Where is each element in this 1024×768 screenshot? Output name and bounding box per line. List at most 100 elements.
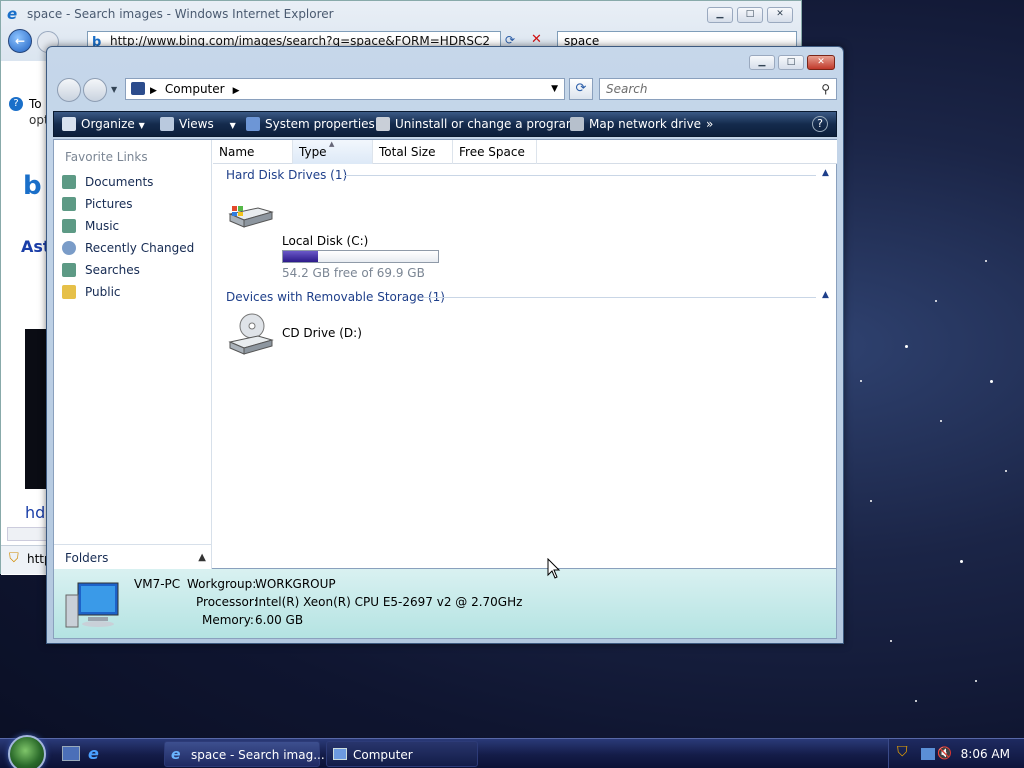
folders-toggle[interactable]: Folders ▲ [54, 544, 212, 570]
organize-button[interactable]: Organize ▼ [62, 112, 145, 136]
workgroup-value: WORKGROUP [255, 577, 336, 591]
group-label: Hard Disk Drives (1) [226, 168, 348, 182]
ie-minimize-button[interactable]: ▁ [707, 7, 733, 23]
explorer-minimize-button[interactable]: ▁ [749, 55, 775, 70]
nav-item-pictures[interactable]: Pictures [62, 194, 133, 214]
group-hard-disk-drives[interactable]: Hard Disk Drives (1) [226, 166, 347, 184]
ie-window-title: space - Search images - Windows Internet… [27, 7, 334, 21]
favorite-links-title: Favorite Links [65, 150, 148, 164]
breadcrumb-chevron-icon[interactable]: ▶ [233, 86, 240, 96]
more-commands-button[interactable]: » [706, 112, 713, 136]
uninstall-label: Uninstall or change a program [395, 117, 578, 131]
recent-pages-dropdown-icon[interactable]: ▼ [111, 85, 117, 94]
system-properties-label: System properties [265, 117, 375, 131]
searches-icon [62, 263, 76, 277]
programs-icon [376, 117, 390, 131]
system-properties-icon [246, 117, 260, 131]
computer-icon [64, 579, 120, 629]
ie-horizontal-scrollbar[interactable] [7, 527, 49, 541]
group-removable-storage[interactable]: Devices with Removable Storage (1) [226, 288, 445, 306]
start-button[interactable] [8, 735, 46, 768]
explorer-maximize-button[interactable]: □ [778, 55, 804, 70]
search-placeholder: Search [606, 82, 648, 96]
show-desktop-icon[interactable] [62, 746, 80, 761]
taskbar: e e space - Search imag... Computer ⛉ 🔇 … [0, 735, 1024, 768]
ie-back-button[interactable]: ← [8, 29, 32, 53]
nav-item-public[interactable]: Public [62, 282, 121, 302]
content-area: Favorite Links Documents Pictures Music … [53, 139, 837, 570]
map-network-drive-button[interactable]: Map network drive [570, 112, 701, 136]
local-disk-name[interactable]: Local Disk (C:) [282, 234, 368, 248]
breadcrumb-chevron-icon[interactable]: ▶ [150, 86, 157, 96]
navigation-pane: Favorite Links Documents Pictures Music … [54, 140, 212, 570]
refresh-button[interactable]: ⟳ [569, 78, 593, 100]
system-properties-button[interactable]: System properties [246, 112, 375, 136]
details-pane: VM7-PC Workgroup: WORKGROUP Processor: I… [53, 569, 837, 639]
nav-item-label: Documents [85, 175, 154, 189]
nav-item-documents[interactable]: Documents [62, 172, 153, 192]
hard-disk-icon[interactable] [228, 200, 274, 230]
disk-usage-fill [283, 251, 318, 262]
more-label: » [706, 117, 714, 131]
chevron-down-icon: ▼ [229, 121, 236, 130]
taskbar-item-computer[interactable]: Computer [326, 741, 478, 767]
nav-item-label: Music [85, 219, 120, 233]
help-icon[interactable]: ? [812, 116, 828, 132]
column-label: Free Space [459, 145, 525, 159]
computer-icon [333, 748, 347, 760]
security-shield-icon[interactable]: ⛉ [897, 744, 913, 760]
volume-muted-icon[interactable]: 🔇 [937, 746, 953, 762]
collapse-group-icon[interactable]: ▲ [822, 168, 829, 178]
nav-item-music[interactable]: Music [62, 216, 119, 236]
group-divider [344, 175, 816, 176]
nav-item-searches[interactable]: Searches [62, 260, 140, 280]
column-name[interactable]: Name [213, 140, 293, 164]
processor-label: Processor: [196, 595, 258, 609]
address-dropdown-icon[interactable]: ▼ [551, 79, 558, 99]
clock[interactable]: 8:06 AM [961, 739, 1010, 768]
taskbar-item-ie[interactable]: e space - Search imag... [164, 741, 325, 767]
nav-item-label: Public [85, 285, 121, 299]
views-button[interactable]: Views ▼ [160, 112, 236, 136]
search-input[interactable]: Search ⚲ [599, 78, 837, 100]
views-label: Views [179, 117, 214, 131]
explorer-forward-button[interactable] [83, 78, 107, 102]
chevron-down-icon: ▼ [138, 121, 145, 130]
ie-maximize-button[interactable]: □ [737, 7, 763, 23]
cd-drive-icon[interactable] [228, 312, 274, 358]
column-type[interactable]: Type ▲ [293, 140, 373, 164]
group-label: Devices with Removable Storage (1) [226, 290, 445, 304]
views-icon [160, 117, 174, 131]
explorer-back-button[interactable] [57, 78, 81, 102]
explorer-window[interactable]: ▁ □ ✕ ▼ ▶ Computer ▶ ▼ ⟳ Search ⚲ Organize… [46, 46, 844, 644]
explorer-close-button[interactable]: ✕ [807, 55, 835, 70]
collapse-group-icon[interactable]: ▲ [822, 290, 829, 300]
cd-drive-name[interactable]: CD Drive (D:) [282, 326, 362, 340]
sort-ascending-icon: ▲ [329, 140, 335, 148]
recently-changed-icon [62, 241, 76, 255]
processor-value: Intel(R) Xeon(R) CPU E5-2697 v2 @ 2.70GH… [255, 595, 523, 609]
column-free-space[interactable]: Free Space [453, 140, 537, 164]
ie-close-button[interactable]: ✕ [767, 7, 793, 23]
nav-item-label: Recently Changed [85, 241, 195, 255]
mouse-cursor-icon [547, 557, 561, 583]
computer-small-icon [131, 82, 145, 95]
address-bar[interactable]: ▶ Computer ▶ ▼ [125, 78, 565, 100]
documents-icon [62, 175, 76, 189]
ie-page-content: ? To opt b Ast hdc [1, 61, 54, 575]
info-bar-text[interactable]: To [29, 97, 42, 111]
bing-logo-icon: b [23, 171, 42, 201]
organize-icon [62, 117, 76, 131]
info-bar-icon: ? [9, 97, 23, 111]
column-total-size[interactable]: Total Size [373, 140, 453, 164]
organize-label: Organize [81, 117, 135, 131]
folders-label: Folders [65, 551, 109, 565]
breadcrumb-computer[interactable]: Computer [165, 82, 225, 96]
search-icon[interactable]: ⚲ [821, 79, 830, 99]
uninstall-button[interactable]: Uninstall or change a program [376, 112, 578, 136]
memory-label: Memory: [202, 613, 254, 627]
column-label: Total Size [379, 145, 436, 159]
network-icon[interactable] [921, 748, 935, 760]
nav-item-recently-changed[interactable]: Recently Changed [62, 238, 194, 258]
ie-quicklaunch-icon[interactable]: e [88, 744, 99, 763]
